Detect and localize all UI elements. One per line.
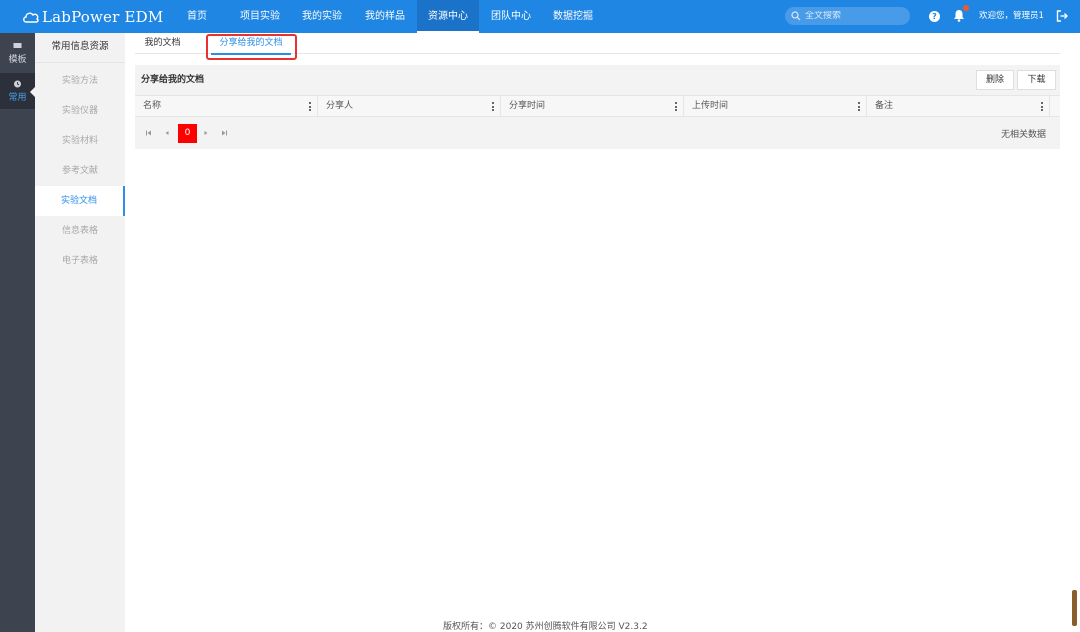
column-share-time[interactable]: 分享时间 [501, 96, 684, 117]
module-rail: 模板 常用 [0, 33, 35, 632]
next-page-icon[interactable] [202, 129, 210, 137]
rail-item-templates[interactable]: 模板 [0, 35, 35, 71]
main-content: 我的文档 分享给我的文档 分享给我的文档 删除 下载 名称 分享人 分享时间 上… [125, 33, 1070, 632]
table-header: 名称 分享人 分享时间 上传时间 备注 [135, 95, 1060, 117]
delete-button[interactable]: 删除 [976, 70, 1014, 90]
column-menu-icon[interactable] [675, 102, 677, 111]
rail-item-label: 模板 [8, 55, 27, 65]
top-navbar: LabPower EDM 首页 项目实验 我的实验 我的样品 资源中心 团队中心… [0, 0, 1080, 33]
nav-item-team-center[interactable]: 团队中心 [484, 0, 538, 33]
column-menu-icon[interactable] [309, 102, 311, 111]
column-upload-time[interactable]: 上传时间 [684, 96, 867, 117]
clock-icon [14, 80, 21, 88]
global-search[interactable] [785, 7, 910, 25]
column-label: 分享人 [326, 101, 354, 111]
app-title: LabPower EDM [42, 8, 164, 26]
cloud-logo-icon [23, 12, 39, 23]
highlight-annotation [206, 34, 297, 60]
prev-page-icon[interactable] [163, 129, 171, 137]
bell-icon[interactable] [953, 9, 965, 22]
empty-state-text: 无相关数据 [1000, 130, 1046, 140]
pagination: 0 无相关数据 [135, 120, 1060, 146]
app-logo[interactable]: LabPower EDM [22, 7, 163, 27]
scrollbar-handle[interactable] [1072, 590, 1077, 626]
nav-item-my-samples[interactable]: 我的样品 [357, 0, 413, 33]
template-icon [13, 43, 22, 48]
nav-item-projects[interactable]: 项目实验 [230, 0, 290, 33]
column-label: 备注 [875, 101, 894, 111]
current-page-button[interactable]: 0 [178, 124, 197, 143]
last-page-icon[interactable] [220, 129, 228, 137]
column-remarks[interactable]: 备注 [867, 96, 1050, 117]
panel-title: 分享给我的文档 [141, 75, 205, 85]
resource-subnav: 常用信息资源 实验方法 实验仪器 实验材料 参考文献 实验文档 信息表格 电子表… [35, 33, 125, 632]
welcome-text: 欢迎您，管理员1 [979, 11, 1044, 21]
column-menu-icon[interactable] [1041, 102, 1043, 111]
copyright-footer: 版权所有：© 2020 苏州创腾软件有限公司 V2.3.2 [443, 622, 648, 632]
column-menu-icon[interactable] [492, 102, 494, 111]
search-icon [791, 11, 801, 21]
column-label: 分享时间 [509, 101, 546, 111]
tab-my-documents[interactable]: 我的文档 [135, 33, 190, 54]
help-icon[interactable]: ? [929, 11, 940, 22]
subnav-item-info-tables[interactable]: 信息表格 [35, 216, 125, 246]
subnav-item-documents[interactable]: 实验文档 [35, 186, 125, 216]
download-button[interactable]: 下载 [1017, 70, 1056, 90]
document-tabs: 我的文档 分享给我的文档 [135, 33, 1060, 60]
column-menu-icon[interactable] [858, 102, 860, 111]
column-name[interactable]: 名称 [135, 96, 318, 117]
logout-icon[interactable] [1056, 10, 1068, 22]
subnav-title: 常用信息资源 [35, 33, 125, 63]
notification-badge [963, 5, 969, 11]
subnav-item-methods[interactable]: 实验方法 [35, 66, 125, 96]
nav-item-my-experiments[interactable]: 我的实验 [296, 0, 348, 33]
nav-item-data-mining[interactable]: 数据挖掘 [547, 0, 599, 33]
rail-item-label: 常用 [8, 93, 27, 103]
search-input[interactable] [805, 11, 900, 21]
subnav-item-instruments[interactable]: 实验仪器 [35, 96, 125, 126]
subnav-item-materials[interactable]: 实验材料 [35, 126, 125, 156]
rail-item-common[interactable]: 常用 [0, 73, 35, 109]
nav-item-home[interactable]: 首页 [172, 0, 222, 33]
nav-item-resource-center[interactable]: 资源中心 [417, 0, 479, 33]
subnav-item-spreadsheets[interactable]: 电子表格 [35, 246, 125, 276]
shared-documents-panel: 分享给我的文档 删除 下载 名称 分享人 分享时间 上传时间 备注 0 无相关数… [135, 65, 1060, 149]
column-sharer[interactable]: 分享人 [318, 96, 501, 117]
column-label: 上传时间 [692, 101, 729, 111]
first-page-icon[interactable] [145, 129, 153, 137]
column-label: 名称 [143, 101, 162, 111]
subnav-item-references[interactable]: 参考文献 [35, 156, 125, 186]
